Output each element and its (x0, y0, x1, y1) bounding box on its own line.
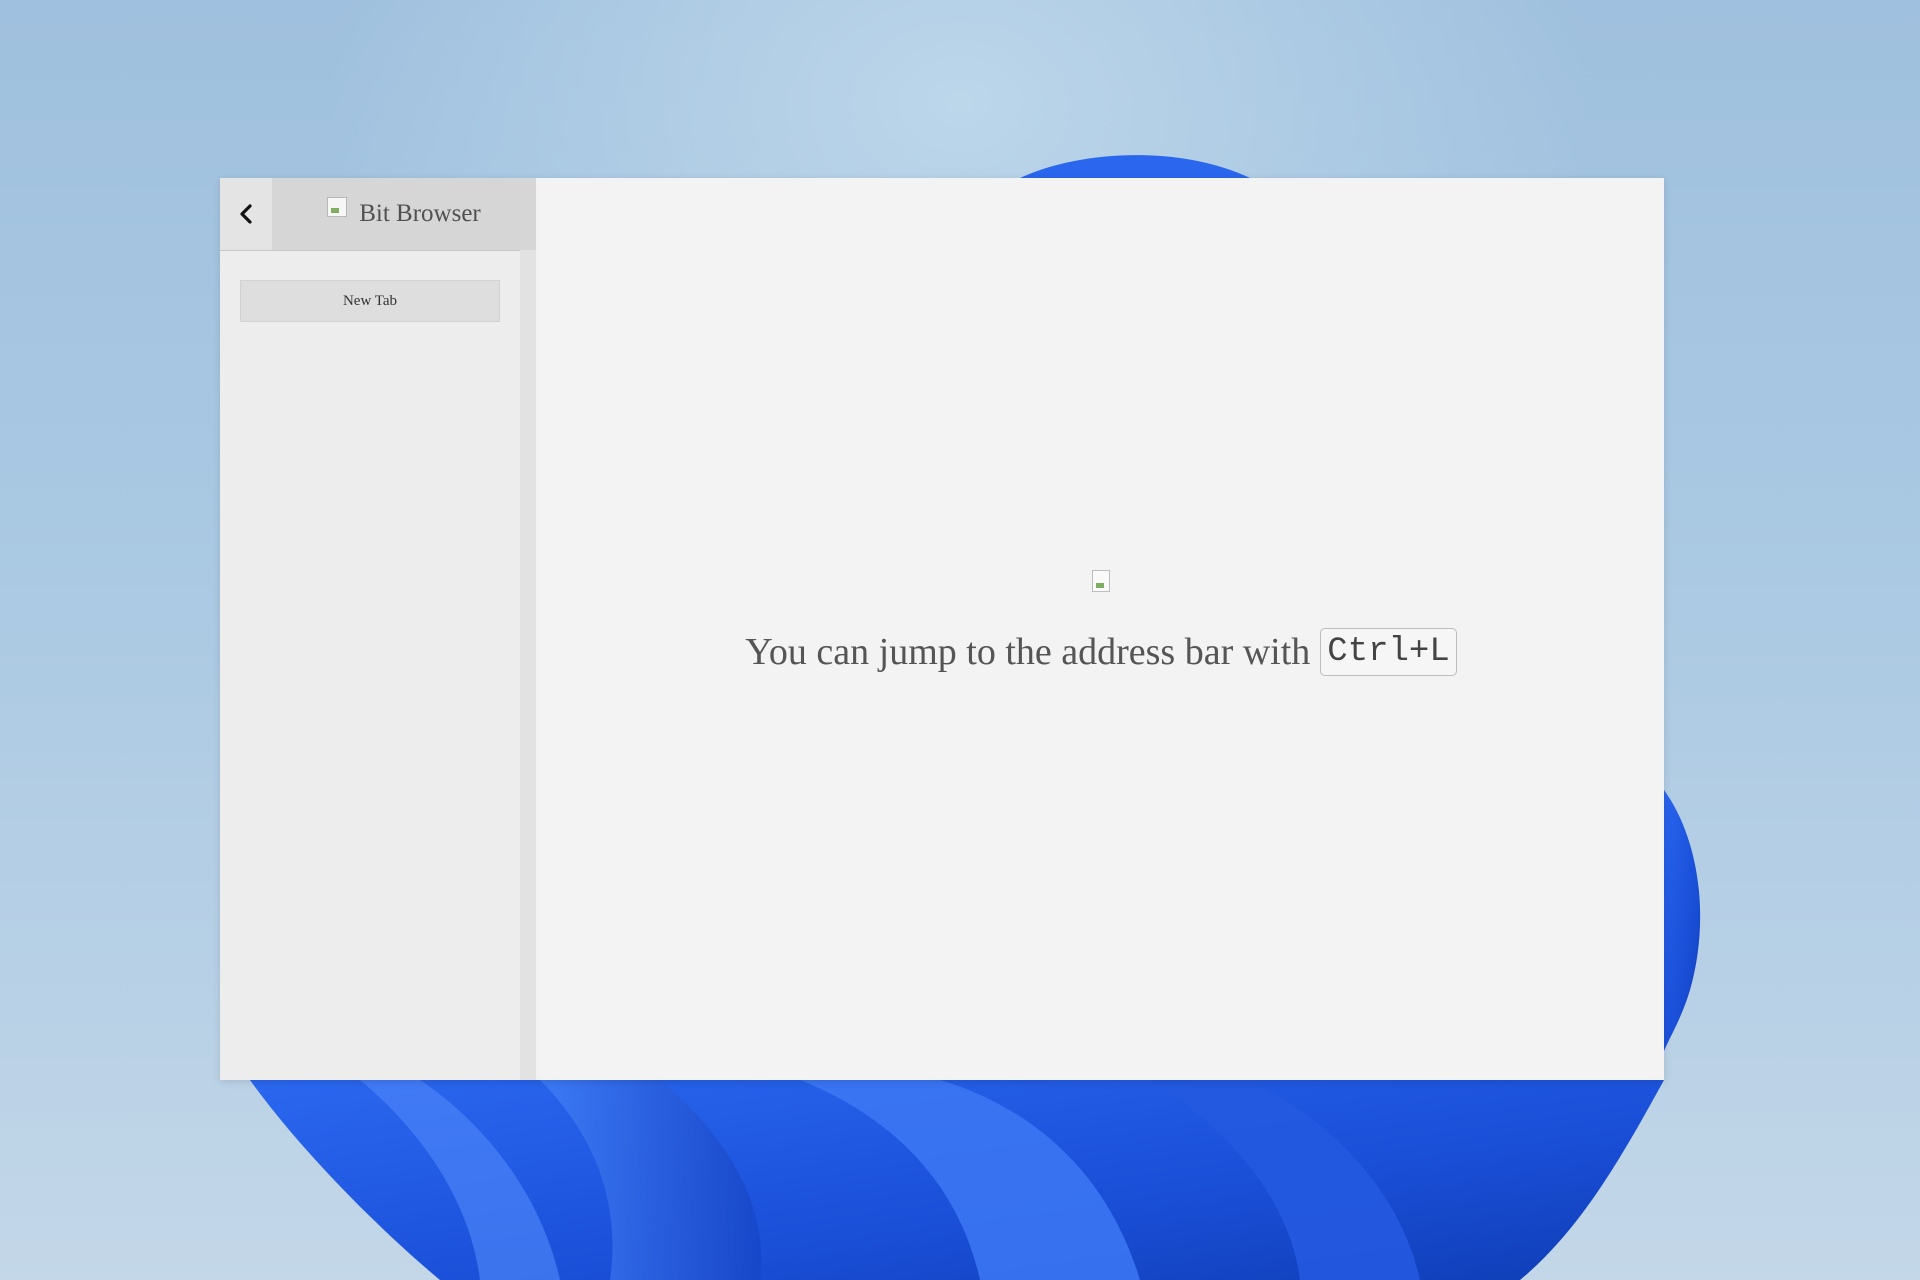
shortcut-key: Ctrl+L (1320, 628, 1457, 676)
brand: Bit Browser (272, 178, 536, 250)
sidebar: Bit Browser New Tab (220, 178, 536, 1080)
content-area: You can jump to the address bar with Ctr… (538, 178, 1664, 1080)
chevron-left-icon (240, 204, 252, 224)
broken-image-icon (327, 197, 348, 217)
app-title: Bit Browser (359, 200, 481, 227)
browser-window: Bit Browser New Tab You can jump to the … (220, 178, 1664, 1080)
sidebar-scrollbar[interactable] (520, 250, 536, 1080)
broken-image-icon (1092, 570, 1110, 592)
back-button[interactable] (220, 178, 272, 250)
address-bar-hint: You can jump to the address bar with Ctr… (538, 628, 1664, 676)
sidebar-header: Bit Browser (220, 178, 536, 251)
hint-text: You can jump to the address bar with (745, 631, 1311, 673)
new-tab-button[interactable]: New Tab (240, 280, 500, 322)
